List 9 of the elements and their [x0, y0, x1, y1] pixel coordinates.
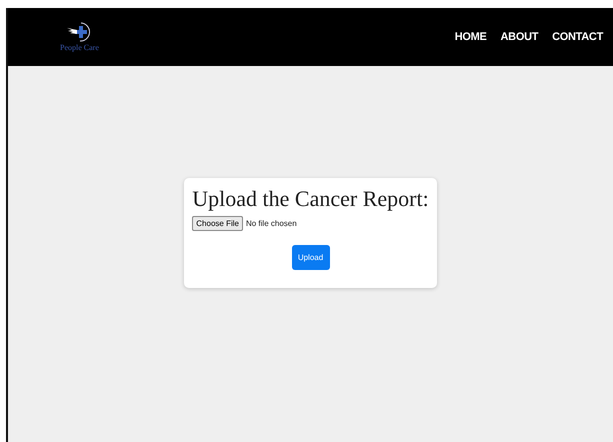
nav-link[interactable]: ABOUT: [500, 31, 538, 43]
choose-file-button[interactable]: Choose File: [192, 216, 243, 231]
winged-cross-logo-icon: [66, 22, 92, 42]
nav-link[interactable]: HOME: [454, 31, 487, 43]
upload-button[interactable]: Upload: [292, 245, 330, 270]
nav-link[interactable]: CONTACT: [552, 31, 603, 43]
card-title: Upload the Cancer Report:: [192, 186, 429, 212]
file-status: No file chosen: [246, 219, 297, 228]
logo-text: People Care: [60, 43, 99, 52]
